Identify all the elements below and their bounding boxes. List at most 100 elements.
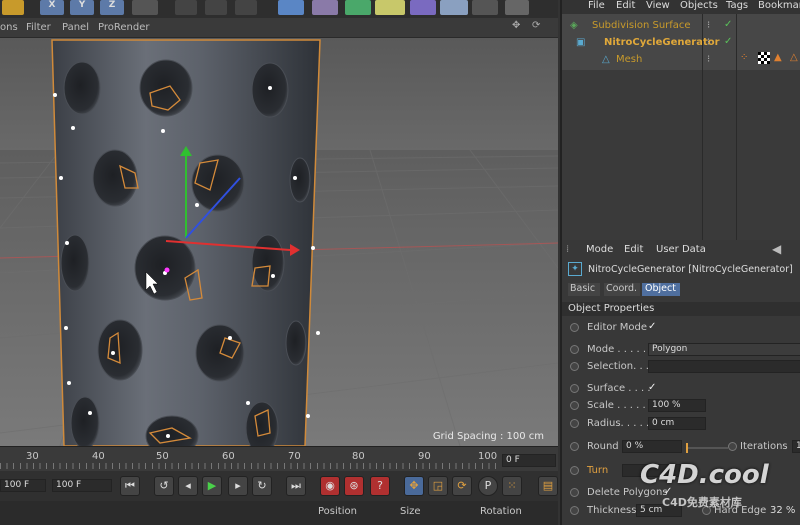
tab-coord[interactable]: Coord.: [604, 283, 640, 296]
menu-prorender[interactable]: ProRender: [98, 22, 149, 33]
round-field[interactable]: 0 %: [622, 440, 682, 453]
menu-objects[interactable]: Objects: [680, 0, 718, 11]
menu-bookmarks[interactable]: Bookmar: [758, 0, 800, 11]
animate-radio[interactable]: [570, 401, 579, 410]
render-view-icon[interactable]: [175, 0, 197, 15]
animate-radio[interactable]: [570, 323, 579, 332]
animate-radio[interactable]: [570, 362, 579, 371]
cube-icon[interactable]: [278, 0, 304, 15]
enabled-check-icon[interactable]: ✓: [724, 36, 732, 47]
nurbs-icon[interactable]: [345, 0, 371, 15]
z-axis-lock-button[interactable]: Z: [100, 0, 124, 15]
move-tool-icon[interactable]: [2, 0, 24, 15]
menu-tags[interactable]: Tags: [726, 0, 748, 11]
render-picture-icon[interactable]: [205, 0, 227, 15]
menu-view[interactable]: View: [646, 0, 670, 11]
surface-checkbox[interactable]: ✓: [648, 382, 656, 393]
light-icon[interactable]: [505, 0, 529, 15]
viewport-rotate-icon[interactable]: ⟳: [532, 20, 540, 31]
round-slider[interactable]: [686, 447, 728, 449]
timeline-window-icon[interactable]: ▤: [538, 476, 558, 496]
play-icon[interactable]: ▶: [202, 476, 222, 496]
editor-mode-label: Editor Mode: [587, 322, 648, 333]
mode-dropdown[interactable]: Polygon: [648, 343, 800, 356]
turn-label: Turn: [587, 465, 609, 476]
thickness-label: Thickness: [587, 505, 637, 516]
tab-object[interactable]: Object: [642, 283, 680, 296]
floor-icon[interactable]: [440, 0, 468, 15]
camera-icon[interactable]: [472, 0, 498, 15]
animate-radio[interactable]: [570, 384, 579, 393]
grid-spacing-label: Grid Spacing : 100 cm: [432, 431, 544, 442]
help-key-icon[interactable]: ?: [370, 476, 390, 496]
menu-file[interactable]: File: [588, 0, 605, 11]
key-pla-icon[interactable]: ⁙: [502, 476, 522, 496]
coordinate-system-icon[interactable]: [132, 0, 158, 15]
menu-options[interactable]: ons: [0, 22, 18, 33]
section-header: Object Properties: [562, 302, 800, 316]
mode-row: Mode . . . . . Polygon: [562, 342, 800, 359]
previous-key-icon[interactable]: ↺: [154, 476, 174, 496]
visibility-icon[interactable]: ⁝: [707, 37, 710, 48]
radius-field[interactable]: 0 cm: [648, 417, 706, 430]
round-row: Round 0 % Iterations 1: [562, 439, 800, 456]
next-key-icon[interactable]: ↻: [252, 476, 272, 496]
menu-edit[interactable]: Edit: [616, 0, 635, 11]
x-axis-lock-button[interactable]: X: [40, 0, 64, 15]
material-tag-icon[interactable]: [758, 52, 770, 64]
3d-viewport[interactable]: Grid Spacing : 100 cm: [0, 38, 558, 446]
tab-basic[interactable]: Basic: [568, 283, 600, 296]
round-slider-handle[interactable]: [686, 443, 688, 453]
viewport-move-icon[interactable]: ✥: [512, 20, 520, 31]
key-scale-icon[interactable]: ◲: [428, 476, 448, 496]
previous-frame-icon[interactable]: ◂: [178, 476, 198, 496]
animate-radio[interactable]: [570, 466, 579, 475]
animate-radio[interactable]: [570, 488, 579, 497]
object-row-mesh[interactable]: △ Mesh ⁝ ⁘ ▲ △: [562, 52, 800, 69]
editor-mode-checkbox[interactable]: ✓: [648, 321, 656, 332]
back-arrow-icon[interactable]: ◀: [772, 242, 781, 256]
menu-user-data[interactable]: User Data: [656, 244, 706, 255]
iterations-field[interactable]: 1: [792, 440, 800, 453]
array-icon[interactable]: [375, 0, 405, 15]
scale-label: Scale . . . . . .: [587, 400, 653, 411]
animate-radio[interactable]: [570, 442, 579, 451]
selection-field[interactable]: [648, 360, 800, 373]
y-axis-lock-button[interactable]: Y: [70, 0, 94, 15]
menu-edit[interactable]: Edit: [624, 244, 643, 255]
polygon-selection-tag-icon[interactable]: △: [790, 52, 798, 63]
animate-radio[interactable]: [570, 506, 579, 515]
go-to-start-icon[interactable]: ⏮: [120, 476, 140, 496]
max-frame-field[interactable]: 100 F: [52, 479, 112, 492]
selection-tag-icon[interactable]: ▲: [774, 52, 782, 63]
menu-mode[interactable]: Mode: [586, 244, 613, 255]
hard-edge-value[interactable]: 32 %: [770, 505, 795, 516]
scale-field[interactable]: 100 %: [648, 399, 706, 412]
timeline-ruler[interactable]: 30 40 50 60 70 80 90 100 0 F: [0, 446, 558, 471]
animate-radio[interactable]: [728, 442, 737, 451]
go-to-end-icon[interactable]: ⏭: [286, 476, 306, 496]
animate-radio[interactable]: [570, 419, 579, 428]
menu-filter[interactable]: Filter: [26, 22, 51, 33]
next-frame-icon[interactable]: ▸: [228, 476, 248, 496]
object-row-subdivision-surface[interactable]: ◈ Subdivision Surface ⁝ ✓: [562, 18, 800, 35]
key-position-icon[interactable]: ✥: [404, 476, 424, 496]
animate-radio[interactable]: [570, 345, 579, 354]
round-label: Round: [587, 441, 619, 452]
min-frame-field[interactable]: 100 F: [0, 479, 46, 492]
visibility-icon[interactable]: ⁝: [707, 54, 710, 65]
visibility-icon[interactable]: ⁝: [707, 20, 710, 31]
deformer-icon[interactable]: [410, 0, 436, 15]
record-icon[interactable]: ◉: [320, 476, 340, 496]
enabled-check-icon[interactable]: ✓: [724, 19, 732, 30]
key-parameter-icon[interactable]: P: [478, 476, 498, 496]
spline-pen-icon[interactable]: [312, 0, 338, 15]
autokey-icon[interactable]: ⊛: [344, 476, 364, 496]
object-list: ◈ Subdivision Surface ⁝ ✓ ▣ NitroCycleGe…: [562, 14, 800, 70]
render-settings-icon[interactable]: [235, 0, 257, 15]
current-frame-field[interactable]: 0 F: [502, 454, 556, 467]
menu-panel[interactable]: Panel: [62, 22, 89, 33]
object-row-nitrocyclegenerator[interactable]: ▣ NitroCycleGenerator ⁝ ✓: [562, 35, 800, 52]
phong-tag-icon[interactable]: ⁘: [740, 52, 748, 63]
key-rotation-icon[interactable]: ⟳: [452, 476, 472, 496]
